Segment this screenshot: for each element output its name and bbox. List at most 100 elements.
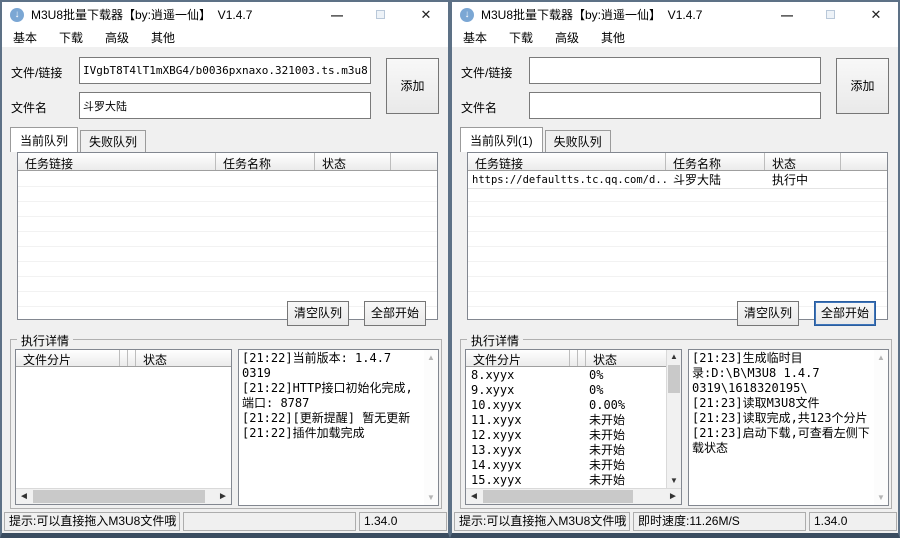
log-line: [21:23]启动下载,可查看左侧下载状态 [692,426,873,456]
maximize-button[interactable] [806,8,854,22]
log-scrollbar[interactable]: ▲ ▼ [424,350,438,505]
maximize-button[interactable] [356,8,404,22]
tab-current-queue[interactable]: 当前队列(1) [460,127,543,152]
shard-row[interactable]: 9.xyyx 0% [466,383,666,398]
menu-item[interactable]: 基本 [452,27,498,48]
log-line: [21:22]HTTP接口初始化完成,端口: 8787 [242,381,423,411]
shard-header-status[interactable]: 状态 [136,350,231,366]
window-title: M3U8批量下载器【by:逍遥一仙】 V1.4.7 [31,6,252,23]
queue-header-status[interactable]: 状态 [315,153,391,170]
execution-details-group: 执行详情 文件分片 状态 ◄ ► [21:22]当前版本: 1.4.7 0319… [10,339,442,509]
tab-failed-queue[interactable]: 失败队列 [80,130,146,152]
shard-row[interactable]: 10.xyyx 0.00% [466,398,666,413]
scroll-up-icon[interactable]: ▲ [874,351,888,364]
scrollbar-thumb[interactable] [483,490,633,503]
scroll-down-icon[interactable]: ▼ [424,491,438,504]
clear-queue-button[interactable]: 清空队列 [287,301,349,326]
file-link-input[interactable] [529,57,821,84]
scroll-left-icon[interactable]: ◄ [16,489,32,504]
shard-row[interactable]: 8.xyyx 0% [466,368,666,383]
clear-queue-button[interactable]: 清空队列 [737,301,799,326]
queue-header-link[interactable]: 任务链接 [468,153,666,170]
scrollbar-thumb[interactable] [668,365,680,393]
menu-item[interactable]: 高级 [544,27,590,48]
log-scrollbar[interactable]: ▲ ▼ [874,350,888,505]
shard-row[interactable]: 11.xyyx 未开始 [466,413,666,428]
shard-list: 8.xyyx 0% 9.xyyx 0% 10.xyyx 0.00% 11.xyy… [466,368,666,488]
tab-current-queue[interactable]: 当前队列 [10,127,78,152]
queue-table: 任务链接 任务名称 状态 https://defaultts.tc.qq.com… [467,152,888,320]
queue-header-spacer [391,153,437,170]
start-all-button[interactable]: 全部开始 [364,301,426,326]
horizontal-scrollbar[interactable]: ◄ ► [466,488,681,504]
minimize-button[interactable]: — [318,8,356,22]
menu-item[interactable]: 其他 [140,27,186,48]
scroll-up-icon[interactable]: ▲ [424,351,438,364]
maximize-icon [376,10,385,19]
file-name-input[interactable] [529,92,821,119]
scroll-down-icon[interactable]: ▼ [874,491,888,504]
shard-row[interactable]: 12.xyyx 未开始 [466,428,666,443]
shard-row[interactable]: 15.xyyx 未开始 [466,473,666,488]
scroll-right-icon[interactable]: ► [215,489,231,504]
queue-header-name[interactable]: 任务名称 [216,153,315,170]
status-version: 1.34.0 [359,512,447,531]
queue-body: https://defaultts.tc.qq.com/d... 斗罗大陆 执行… [468,172,887,319]
file-link-input[interactable] [79,57,371,84]
scroll-up-icon[interactable]: ▲ [667,350,681,364]
add-button[interactable]: 添加 [836,58,889,114]
menu-bar: 基本下载高级其他 [2,27,448,47]
shard-header-file[interactable]: 文件分片 [16,350,120,366]
menu-item[interactable]: 其他 [590,27,636,48]
queue-row[interactable]: https://defaultts.tc.qq.com/d... 斗罗大陆 执行… [468,172,887,189]
queue-header-link[interactable]: 任务链接 [18,153,216,170]
log-line: [21:23]读取完成,共123个分片 [692,411,873,426]
scroll-left-icon[interactable]: ◄ [466,489,482,504]
minimize-button[interactable]: — [768,8,806,22]
shard-table: 文件分片 状态 ◄ ► [15,349,232,505]
menu-item[interactable]: 基本 [2,27,48,48]
start-all-button[interactable]: 全部开始 [814,301,876,326]
scroll-right-icon[interactable]: ► [665,489,681,504]
log-area[interactable]: [21:22]当前版本: 1.4.7 0319[21:22]HTTP接口初始化完… [238,349,439,506]
status-speed: 即时速度:11.26M/S [633,512,806,531]
scrollbar-thumb[interactable] [33,490,205,503]
close-button[interactable]: ✕ [854,7,898,23]
queue-body [18,172,437,319]
execution-details-title: 执行详情 [467,332,523,349]
shard-header-spacer [578,350,586,366]
queue-header-status[interactable]: 状态 [765,153,841,170]
file-name-input[interactable] [79,92,371,119]
shard-row[interactable]: 14.xyyx 未开始 [466,458,666,473]
window-right: ↓ M3U8批量下载器【by:逍遥一仙】 V1.4.7 — ✕ 基本下载高级其他… [450,0,900,538]
app-download-icon[interactable]: ↓ [460,8,474,22]
tab-failed-queue[interactable]: 失败队列 [545,130,611,152]
file-name-label: 文件名 [11,99,77,116]
execution-details-title: 执行详情 [17,332,73,349]
menu-item[interactable]: 下载 [48,27,94,48]
add-button[interactable]: 添加 [386,58,439,114]
shard-header-spacer [570,350,578,366]
shard-header-file[interactable]: 文件分片 [466,350,570,366]
window-left: ↓ M3U8批量下载器【by:逍遥一仙】 V1.4.7 — ✕ 基本下载高级其他… [0,0,450,538]
horizontal-scrollbar[interactable]: ◄ ► [16,488,231,504]
status-version: 1.34.0 [809,512,897,531]
queue-table: 任务链接 任务名称 状态 [17,152,438,320]
log-area[interactable]: [21:23]生成临时目录:D:\B\M3U8 1.4.7 0319\16183… [688,349,889,506]
maximize-icon [826,10,835,19]
queue-tabs: 当前队列(1) 失败队列 [460,127,613,152]
menu-item[interactable]: 下载 [498,27,544,48]
shard-header-spacer [128,350,136,366]
file-link-label: 文件/链接 [11,64,77,81]
app-download-icon[interactable]: ↓ [10,8,24,22]
log-line: [21:22][更新提醒] 暂无更新 [242,411,423,426]
scroll-down-icon[interactable]: ▼ [667,474,681,488]
close-button[interactable]: ✕ [404,7,448,23]
vertical-scrollbar[interactable]: ▲ ▼ [666,350,681,488]
queue-tabs: 当前队列 失败队列 [10,127,148,152]
queue-header-name[interactable]: 任务名称 [666,153,765,170]
menu-item[interactable]: 高级 [94,27,140,48]
file-link-label: 文件/链接 [461,64,527,81]
title-bar: ↓ M3U8批量下载器【by:逍遥一仙】 V1.4.7 — ✕ [452,2,898,27]
shard-row[interactable]: 13.xyyx 未开始 [466,443,666,458]
